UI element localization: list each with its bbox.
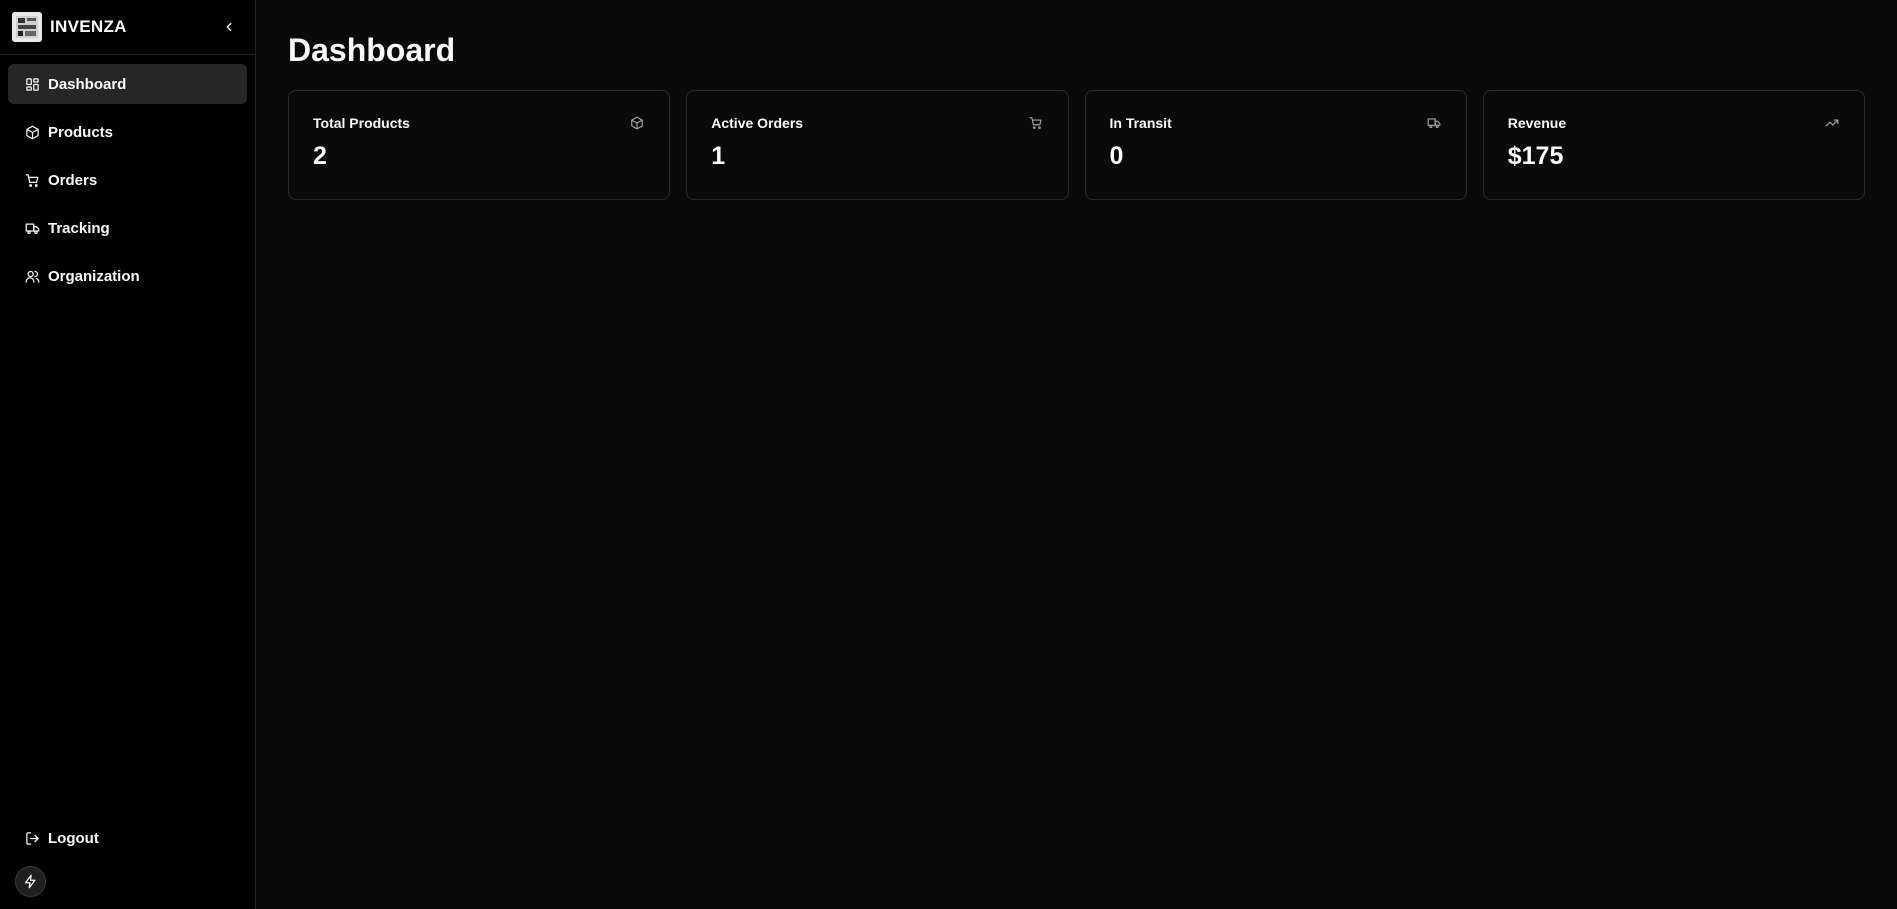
card-value: 1 xyxy=(711,142,726,170)
chevron-left-icon xyxy=(226,22,232,32)
stats-cards: Total Products 2 Active Orders 1 In Tran… xyxy=(288,90,1865,200)
main-content: Dashboard Total Products 2 Active Orders xyxy=(256,0,1897,909)
sidebar-item-label: Dashboard xyxy=(48,75,127,93)
page-title: Dashboard xyxy=(288,32,456,68)
card-title: Active Orders xyxy=(711,115,804,131)
app-root: INVENZA Dashboard Products Orders Tracki… xyxy=(0,0,1897,909)
sidebar-nav: Dashboard Products Orders Tracking Organ… xyxy=(0,55,255,305)
trending-up-icon xyxy=(1824,115,1840,131)
logout-label: Logout xyxy=(48,829,99,847)
sidebar-item-label: Organization xyxy=(48,267,140,285)
sidebar-footer: Logout xyxy=(0,818,255,909)
sidebar-item-orders[interactable]: Orders xyxy=(8,160,247,200)
shopping-cart-icon xyxy=(24,172,40,188)
package-icon xyxy=(629,115,645,131)
sidebar: INVENZA Dashboard Products Orders Tracki… xyxy=(0,0,256,909)
sidebar-item-label: Orders xyxy=(48,171,98,189)
card-title: Revenue xyxy=(1507,115,1567,131)
sidebar-item-label: Tracking xyxy=(48,219,110,237)
shopping-cart-icon xyxy=(1028,115,1044,131)
sidebar-item-products[interactable]: Products xyxy=(8,112,247,152)
logout-icon xyxy=(24,830,40,846)
bolt-icon xyxy=(24,874,36,889)
stat-card-in-transit: In Transit 0 xyxy=(1084,90,1467,200)
card-title: In Transit xyxy=(1109,115,1172,131)
card-value: 0 xyxy=(1109,142,1124,170)
stat-card-total-products: Total Products 2 xyxy=(288,90,671,200)
logo-icon xyxy=(12,12,42,42)
stat-card-active-orders: Active Orders 1 xyxy=(686,90,1069,200)
quick-action-button[interactable] xyxy=(15,866,46,897)
brand-header: INVENZA xyxy=(0,0,255,55)
users-icon xyxy=(24,268,40,284)
sidebar-item-label: Products xyxy=(48,123,114,141)
card-value: 2 xyxy=(313,142,327,170)
stat-card-revenue: Revenue $175 xyxy=(1482,90,1865,200)
package-icon xyxy=(24,124,40,140)
sidebar-item-tracking[interactable]: Tracking xyxy=(8,208,247,248)
layout-dashboard-icon xyxy=(24,76,40,92)
truck-icon xyxy=(1426,115,1442,131)
truck-icon xyxy=(24,220,40,236)
sidebar-item-organization[interactable]: Organization xyxy=(8,256,247,296)
card-value: $175 xyxy=(1507,142,1564,170)
sidebar-item-dashboard[interactable]: Dashboard xyxy=(8,64,247,104)
logout-button[interactable]: Logout xyxy=(8,818,247,858)
brand-name: INVENZA xyxy=(50,17,127,36)
collapse-sidebar-button[interactable] xyxy=(215,13,243,41)
card-title: Total Products xyxy=(313,115,410,131)
